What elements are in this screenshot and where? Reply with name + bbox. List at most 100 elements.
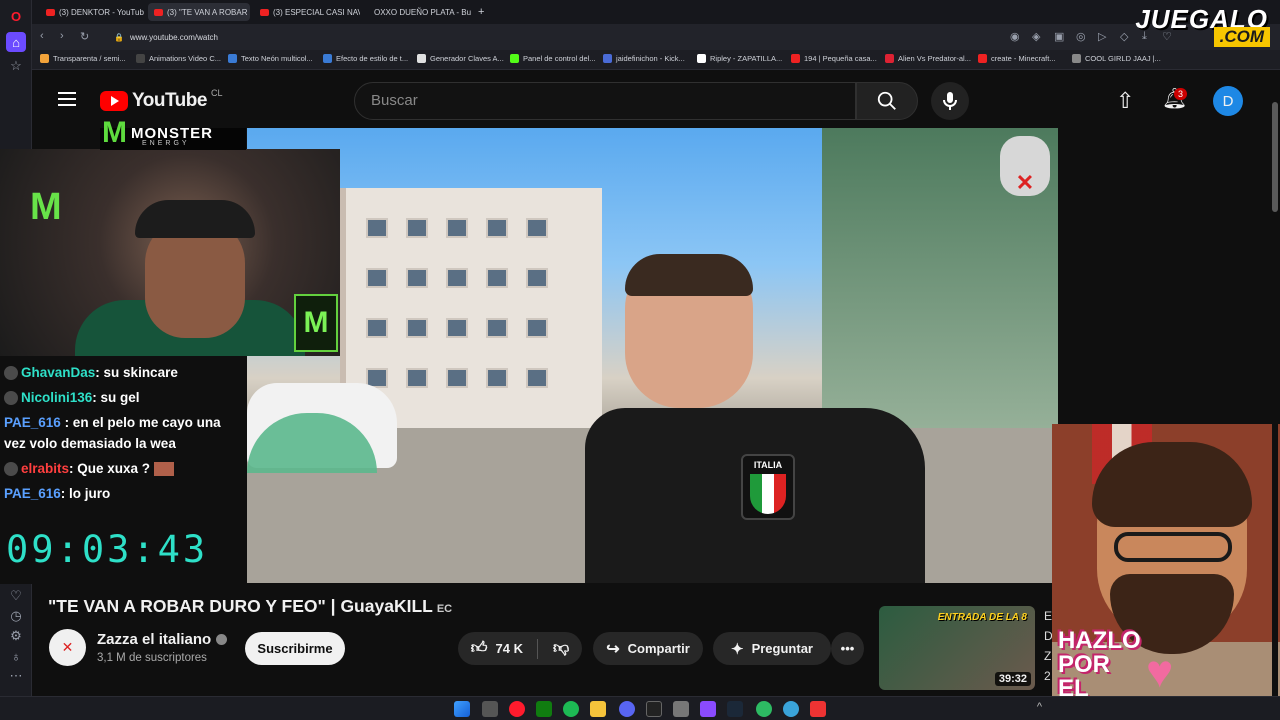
app-icon[interactable] [756,701,772,717]
juegalo-watermark: JUEGALO .COM [1110,0,1280,48]
youtube-logo[interactable]: YouTube CL [100,88,222,112]
file-explorer-icon[interactable] [590,701,606,717]
shield-icon[interactable]: ◈ [1032,30,1040,43]
ask-label: Preguntar [751,641,813,656]
chat-badge-icon [4,391,18,406]
opera-taskbar-icon[interactable] [509,701,525,717]
host-hair [625,254,753,296]
app-icon[interactable] [783,701,799,717]
discord-icon[interactable] [619,701,635,717]
bookmark-item[interactable]: Panel de control del... [510,54,596,63]
bookmark-label: create - Minecraft... [991,54,1056,63]
bookmark-item[interactable]: 194 | Pequeña casa... [791,54,877,63]
chat-message: Nicolini136: su gel [4,387,140,408]
bookmark-favicon-icon [603,54,612,63]
bookmark-item[interactable]: Ripley - ZAPATILLA... [697,54,782,63]
bookmark-item[interactable]: Generador Claves A... [417,54,504,63]
hazlo-por-el-text: HAZLO POR EL [1058,627,1141,697]
vtuber-avatar-overlay: HAZLO POR EL ♥ [1052,424,1280,696]
more-icon: ••• [840,641,855,656]
spotify-icon[interactable] [563,701,579,717]
back-icon[interactable]: ‹ [40,30,44,42]
ask-button[interactable]: ✦ Preguntar [713,632,831,665]
play-icon[interactable]: ▷ [1098,30,1106,43]
like-count: 74 K [495,641,523,656]
bookmark-favicon-icon [417,54,426,63]
chat-message: GhavanDas: su skincare [4,362,178,383]
like-button[interactable]: 👍︎ 74 K [471,639,545,658]
steam-icon[interactable] [727,701,743,717]
search-icon [877,91,896,110]
tray-chevron-icon[interactable]: ^ [1037,701,1042,713]
history-icon[interactable]: ◷ [6,606,26,626]
bookmark-item[interactable]: Texto Neón multicol... [228,54,313,63]
heart-icon[interactable]: ♡ [6,586,26,606]
app-icon[interactable] [673,701,689,717]
pin-icon[interactable]: ☆ [6,56,26,76]
menu-icon[interactable] [58,92,76,106]
bookmark-item[interactable]: create - Minecraft... [978,54,1056,63]
account-avatar[interactable]: D [1213,86,1243,116]
dislike-button[interactable]: 👎︎ [553,639,569,658]
hazlo-line: EL [1058,675,1089,697]
recommended-video-thumbnail[interactable]: ENTRADA DE LA 8 39:32 [879,606,1035,690]
share-button[interactable]: ↪ Compartir [593,632,703,665]
snapshot-icon[interactable]: ▣ [1054,30,1064,43]
bookmark-item[interactable]: Efecto de estilo de t... [323,54,408,63]
bookmark-item[interactable]: jaidefinichon - Kick... [603,54,685,63]
settings-icon[interactable]: ⚙ [6,626,26,646]
search-input[interactable]: Buscar [354,82,856,120]
windows-start-icon[interactable] [454,701,470,717]
chat-user: Nicolini136 [21,390,93,405]
app-icon[interactable] [700,701,716,717]
lightbulb-icon[interactable]: ♁ [6,646,26,666]
video-player[interactable]: ITALIA ✕ [247,128,1058,583]
bookmark-item[interactable]: COOL GIRLD JAAJ |... [1072,54,1161,63]
task-view-icon[interactable] [482,701,498,717]
tab-denktor[interactable]: (3) DENKTOR - YouTube [40,3,144,21]
more-actions-button[interactable]: ••• [831,632,864,665]
bookmark-label: Generador Claves A... [430,54,504,63]
chat-message: PAE_616 : en el pelo me cayo una vez vol… [4,412,244,454]
obs-icon[interactable] [646,701,662,717]
channel-name[interactable]: Zazza el italiano [97,631,228,648]
home-icon[interactable]: ⌂ [6,32,26,52]
voice-search-button[interactable] [931,82,969,120]
camera-icon[interactable]: ◉ [1010,30,1020,43]
scrollbar-thumb[interactable] [1272,102,1278,212]
chat-message: PAE_616: lo juro [4,483,110,504]
upload-icon[interactable]: ⇧ [1116,88,1134,114]
bookmark-item[interactable]: Transparenta / semi... [40,54,126,63]
chat-user: PAE_616 [4,415,61,430]
channel-avatar[interactable]: ✕ [49,629,86,666]
more-icon[interactable]: ⋯ [6,666,26,686]
forward-icon[interactable]: › [60,30,64,42]
hazlo-line: HAZLO [1058,627,1141,654]
tab-label: (3) ESPECIAL CASI NAV [273,7,360,17]
tab-especial[interactable]: (3) ESPECIAL CASI NAV [254,3,360,21]
bookmark-item[interactable]: Animations Video C... [136,54,221,63]
italy-patch: ITALIA [741,454,795,520]
verified-icon [216,634,228,645]
bookmark-item[interactable]: Alien Vs Predator-al... [885,54,971,63]
reload-icon[interactable]: ↻ [80,30,89,43]
subscribe-button[interactable]: Suscribirme [245,632,345,665]
new-tab-button[interactable]: + [472,3,488,21]
avatar-glasses [1114,532,1232,562]
xbox-icon[interactable] [536,701,552,717]
like-dislike-group: 👍︎ 74 K 👎︎ [458,632,582,665]
search-button[interactable] [856,82,918,120]
bookmark-favicon-icon [136,54,145,63]
app-icon[interactable] [810,701,826,717]
streamer-cap [135,200,255,238]
tab-oxxo[interactable]: OXXO DUEÑO PLATA - Bu [364,3,472,21]
page-scrollbar[interactable] [1272,72,1278,696]
tab-te-van-a-robar[interactable]: (3) "TE VAN A ROBAR [148,3,250,21]
avatar-hair [1092,442,1252,527]
bookmark-label: Transparenta / semi... [53,54,126,63]
opera-logo-icon[interactable]: O [6,6,26,26]
url-field[interactable]: 🔒 www.youtube.com/watch [108,28,1008,46]
sparkle-icon: ✦ [731,640,744,658]
youtube-play-icon [100,91,128,111]
vpn-icon[interactable]: ◎ [1076,30,1086,43]
